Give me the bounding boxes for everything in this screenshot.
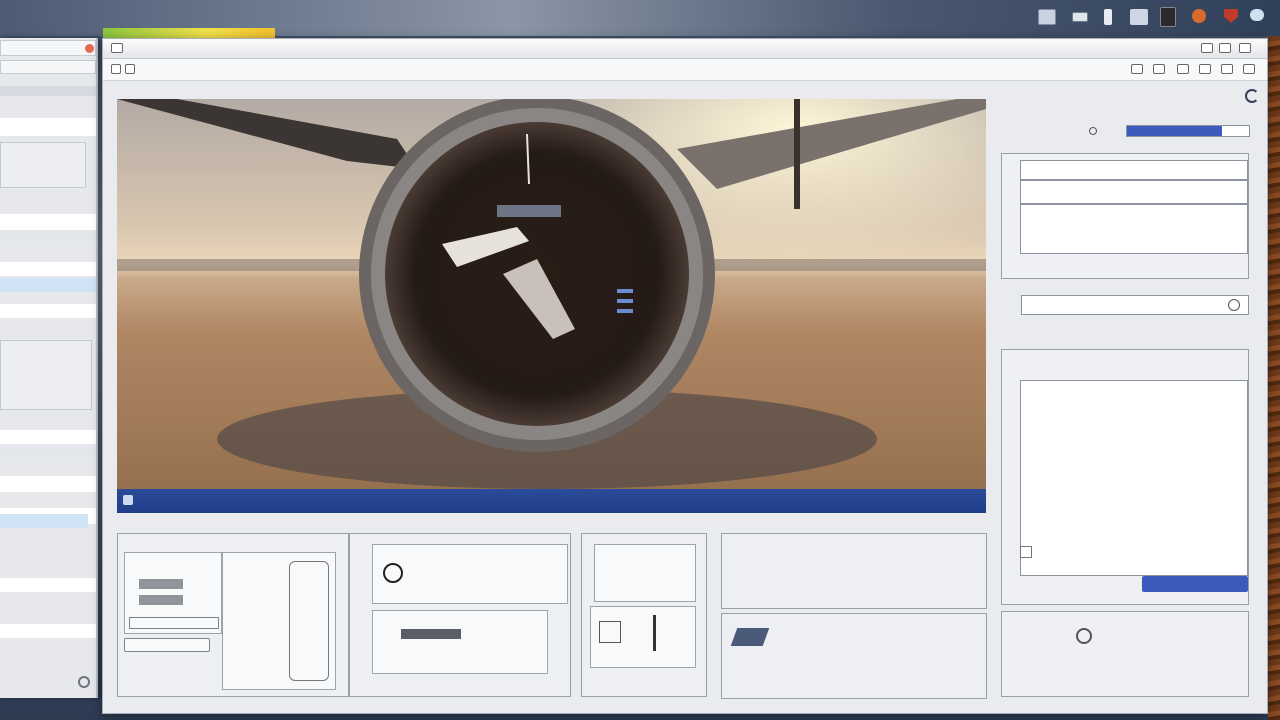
forward-icon[interactable] <box>125 64 135 74</box>
left-window-separator <box>0 446 96 458</box>
close-icon[interactable] <box>85 44 94 53</box>
symbol-preview-box <box>1001 611 1249 697</box>
thumb-1-bar <box>139 595 183 605</box>
left-window-separator <box>0 230 96 242</box>
left-window-group <box>0 340 92 410</box>
search-icon[interactable] <box>1228 299 1240 311</box>
thumb-1-bar <box>139 579 183 589</box>
thumbnail-panel-4-top[interactable] <box>721 533 987 609</box>
left-window-strip <box>0 86 96 96</box>
tools-icon[interactable] <box>1177 64 1189 74</box>
thumbnail-panel-3[interactable] <box>581 533 707 697</box>
progress-fill <box>1127 126 1223 136</box>
address-bar[interactable] <box>103 59 1267 81</box>
thumb-1-preview <box>222 552 336 690</box>
thumb-1-frame <box>289 561 329 681</box>
thumbnail-panel-4[interactable] <box>721 613 987 699</box>
apply-button[interactable] <box>1142 576 1248 592</box>
thumb-3-line <box>653 615 656 651</box>
desktop-wallpaper-edge <box>1268 36 1280 720</box>
preview-row <box>1020 160 1248 180</box>
main-window[interactable] <box>102 38 1268 714</box>
thumbnail-panel-2[interactable] <box>349 533 571 697</box>
back-icon[interactable] <box>111 64 121 74</box>
right-panel <box>993 89 1261 707</box>
progress-bar[interactable] <box>1126 125 1250 137</box>
thumb-3-bottom <box>590 606 696 668</box>
thumb-2-top <box>372 544 568 604</box>
titlebar <box>103 39 1267 59</box>
preview-row <box>1020 180 1248 204</box>
preview-box <box>1001 153 1249 279</box>
camera-icon[interactable] <box>1153 64 1165 74</box>
left-window-row <box>0 118 96 136</box>
thumbnail-panel-1[interactable] <box>117 533 349 697</box>
maximize-icon[interactable] <box>1219 43 1231 53</box>
checkbox[interactable] <box>1020 546 1032 558</box>
minimize-icon[interactable] <box>1201 43 1213 53</box>
orange-app-icon[interactable] <box>1192 9 1206 23</box>
brush-icon[interactable] <box>1199 64 1211 74</box>
left-window-selected-row[interactable] <box>0 278 96 292</box>
close-icon[interactable] <box>1239 43 1251 53</box>
thumb-3-top <box>594 544 696 602</box>
red-shield-icon[interactable] <box>1224 9 1238 23</box>
left-window-input[interactable] <box>0 578 96 592</box>
left-window-panel <box>0 142 86 188</box>
left-window-input[interactable] <box>0 262 96 276</box>
left-window-input[interactable] <box>0 476 96 492</box>
settings-section <box>1001 349 1249 605</box>
section-content[interactable] <box>1020 380 1248 576</box>
image-viewport[interactable] <box>117 99 986 489</box>
link-icon[interactable] <box>1221 64 1233 74</box>
thumb-2-bottom <box>372 610 548 674</box>
settings-icon[interactable] <box>1243 64 1255 74</box>
usb-icon[interactable] <box>1104 9 1112 25</box>
thumb-1-button[interactable] <box>124 638 210 652</box>
thumb-3-icon <box>599 621 621 643</box>
cloud-icon[interactable] <box>1250 9 1264 21</box>
thumb-2-bar <box>401 629 461 639</box>
thumb-2-circle-icon <box>383 563 403 583</box>
status-bar <box>117 489 986 513</box>
left-window-input[interactable] <box>0 304 96 318</box>
screen-icon[interactable] <box>1130 9 1148 25</box>
thumb-1-list <box>124 552 222 634</box>
symbol-icon <box>1076 628 1092 644</box>
search-input[interactable] <box>1021 295 1249 315</box>
thumb-1-field[interactable] <box>129 617 219 629</box>
left-window-input[interactable] <box>0 624 96 638</box>
status-icon <box>123 495 133 505</box>
thumb-4-logo <box>730 628 770 646</box>
window-color-tab <box>103 28 275 38</box>
left-window-input[interactable] <box>0 430 96 444</box>
battery-icon[interactable] <box>1072 12 1088 22</box>
viewport-scene <box>117 99 986 489</box>
zoom-icon[interactable] <box>1089 127 1097 135</box>
preview-area <box>1020 204 1248 254</box>
left-window-highlight[interactable] <box>0 514 88 528</box>
monitor-icon[interactable] <box>1038 9 1056 25</box>
left-background-window[interactable] <box>0 38 98 698</box>
dial-label <box>497 205 561 217</box>
panel-collapse-icon[interactable] <box>1245 89 1259 103</box>
settings-gear-icon[interactable] <box>78 676 90 688</box>
app-icon <box>111 43 123 53</box>
left-window-toolbar <box>0 60 96 74</box>
bookmark-icon[interactable] <box>1131 64 1143 74</box>
printer-icon[interactable] <box>1160 7 1176 27</box>
left-window-titlebar <box>0 40 96 56</box>
